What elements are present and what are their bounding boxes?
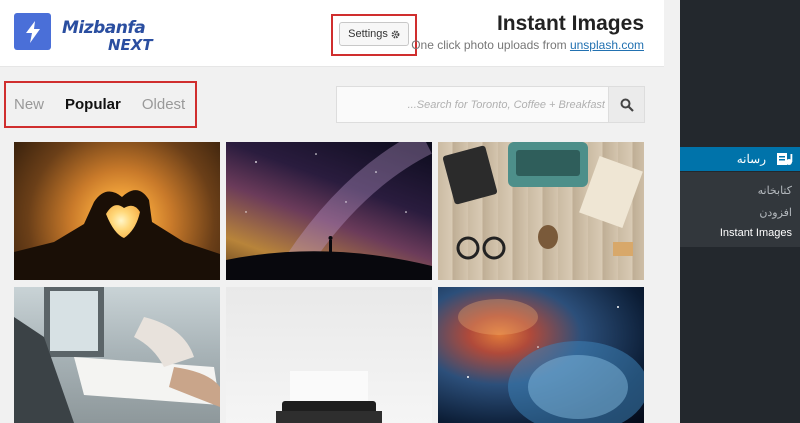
page-title: Instant Images [496,12,644,35]
subtitle-text: One click photo uploads from [411,38,570,52]
search-box [336,86,645,123]
submenu-item-add-new[interactable]: افزودن [759,206,792,219]
photo-laptop-paperwork[interactable] [14,287,220,423]
typewriter-shape [276,371,382,423]
search-button[interactable] [608,87,644,122]
photo-nebula[interactable] [438,287,644,423]
photo-heart-hands[interactable] [14,142,220,280]
gear-icon [391,30,400,38]
nebula-bubble [458,299,644,423]
submenu-item-instant-images[interactable]: Instant Images [720,227,792,239]
tab-oldest[interactable]: Oldest [142,96,185,113]
office-scene [14,287,220,423]
media-submenu: کتابخانه افزودن Instant Images [680,172,800,247]
photo-milky-way[interactable] [226,142,432,280]
logo-subtext: NEXT [108,36,153,54]
photo-typewriter-white[interactable] [226,287,432,423]
tab-popular[interactable]: Popular [65,96,121,113]
mizbanfa-logo: Mizbanfa NEXT [62,18,162,56]
desk-items [442,142,643,260]
settings-label: Settings [348,28,388,40]
settings-button[interactable]: Settings [339,22,409,46]
main-area: Mizbanfa NEXT Settings Instant Images On… [0,0,680,423]
submenu-item-library[interactable]: کتابخانه [758,184,792,197]
lightning-bolt-icon [14,13,51,50]
night-landscape [226,142,432,280]
logo-text: Mizbanfa [62,18,146,38]
unsplash-link[interactable]: unsplash.com [570,38,644,52]
sort-tabs: New Popular Oldest [14,96,185,113]
photo-typewriter-desk[interactable] [438,142,644,280]
search-icon [620,98,634,112]
plugin-header: Mizbanfa NEXT Settings Instant Images On… [0,0,664,67]
admin-sidebar: رسانه کتابخانه افزودن Instant Images [673,0,800,423]
page-subtitle: One click photo uploads from unsplash.co… [411,38,644,52]
sidebar-item-label: رسانه [736,152,766,166]
media-icon [776,151,794,172]
tab-new[interactable]: New [14,96,44,113]
sidebar-item-media[interactable]: رسانه [673,147,800,172]
search-input[interactable] [337,87,609,122]
hands-silhouette [14,190,220,280]
